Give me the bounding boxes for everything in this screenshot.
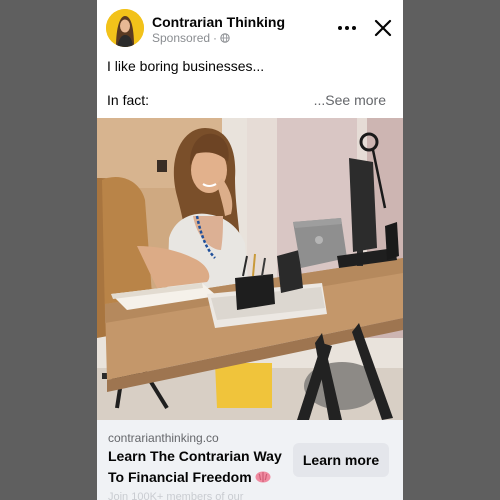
globe-icon <box>220 33 230 43</box>
close-x-icon <box>374 19 392 37</box>
link-headline[interactable]: Learn The Contrarian Way To Financial Fr… <box>108 446 288 488</box>
more-horizontal-icon <box>338 26 342 30</box>
close-button[interactable] <box>370 15 396 41</box>
post-text-line-1: I like boring businesses... <box>107 58 265 74</box>
sponsored-separator: · <box>213 31 218 45</box>
ad-card: Contrarian Thinking Sponsored · I like b… <box>97 0 403 500</box>
see-more-link[interactable]: ...See more <box>314 92 386 108</box>
ad-description-truncated: Join 100K+ members of our <box>108 491 244 500</box>
ad-footer[interactable]: contrarianthinking.co Learn The Contrari… <box>97 420 403 500</box>
link-domain: contrarianthinking.co <box>108 431 219 445</box>
advertiser-avatar[interactable] <box>106 9 144 47</box>
ad-header: Contrarian Thinking Sponsored · <box>97 0 403 56</box>
ad-image[interactable] <box>97 118 403 420</box>
brain-emoji-icon <box>255 471 271 483</box>
sponsored-text: Sponsored <box>152 31 211 45</box>
learn-more-button[interactable]: Learn more <box>293 443 389 477</box>
more-options-button[interactable] <box>333 14 361 42</box>
advertiser-name[interactable]: Contrarian Thinking <box>152 14 285 30</box>
post-text-line-2: In fact: <box>107 92 150 108</box>
sponsored-label: Sponsored · <box>152 31 230 45</box>
